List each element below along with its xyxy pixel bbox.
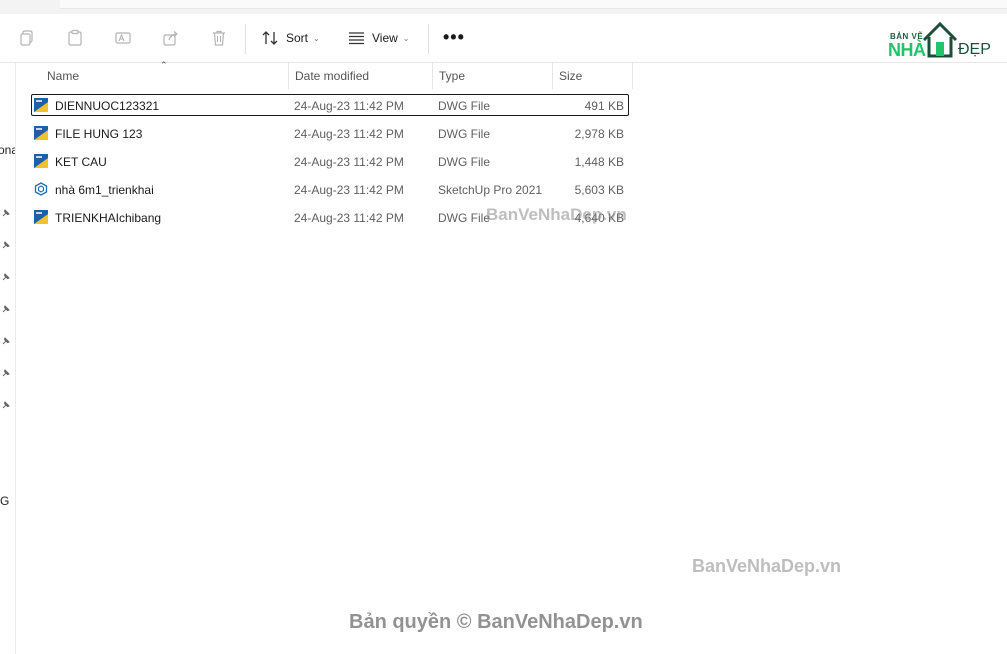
file-row[interactable]: DIENNUOC123321 24-Aug-23 11:42 PM DWG Fi… [31, 94, 629, 117]
sort-button[interactable]: Sort ⌄ [262, 26, 320, 50]
logo-tail-text: ĐẸP [958, 41, 991, 58]
view-list-icon [349, 32, 364, 45]
file-date: 24-Aug-23 11:42 PM [294, 127, 404, 141]
column-header-label: Type [439, 69, 466, 83]
file-row[interactable]: KET CAU 24-Aug-23 11:42 PM DWG File 1,44… [31, 151, 628, 173]
file-row[interactable]: nhà 6m1_trienkhai 24-Aug-23 11:42 PM Ske… [31, 179, 628, 201]
file-type: DWG File [438, 211, 490, 225]
file-date: 24-Aug-23 11:42 PM [294, 155, 404, 169]
dwg-file-icon [34, 154, 48, 168]
tab-strip [60, 0, 1007, 9]
file-size: 1,448 KB [574, 155, 624, 169]
column-header-size[interactable]: Size [553, 63, 632, 89]
file-name: FILE HUNG 123 [55, 127, 143, 141]
watermark-text: BanVeNhaDep.vn [692, 556, 842, 576]
copy-icon [20, 30, 33, 46]
nav-item-fragment[interactable]: ona [0, 143, 15, 157]
watermark-text: BanVeNhaDep.vn [486, 205, 627, 224]
toolbar-divider [428, 24, 429, 54]
file-date: 24-Aug-23 11:42 PM [294, 183, 404, 197]
chevron-down-icon: ⌄ [402, 33, 410, 43]
column-header-type[interactable]: Type [433, 63, 552, 89]
sketchup-file-icon [34, 182, 48, 196]
file-size: 5,603 KB [574, 183, 624, 197]
dwg-file-icon [34, 98, 48, 112]
sort-label: Sort [286, 31, 309, 45]
logo-main-text: NHÀ [888, 40, 926, 60]
house-logo-icon [922, 21, 958, 58]
file-row[interactable]: FILE HUNG 123 24-Aug-23 11:42 PM DWG Fil… [31, 123, 628, 145]
chevron-down-icon: ⌄ [313, 33, 320, 43]
column-divider[interactable] [632, 63, 633, 89]
title-strip [0, 0, 1007, 14]
copyright-watermark: Bản quyền © BanVeNhaDep.vn [349, 611, 643, 633]
delete-button[interactable] [207, 26, 231, 50]
brand-logo: BẢN VẼ NHÀ ĐẸP [886, 16, 996, 64]
toolbar-divider [245, 24, 246, 54]
file-type: DWG File [438, 127, 490, 141]
paste-button[interactable] [63, 26, 87, 50]
share-icon [163, 31, 178, 46]
rename-icon [115, 32, 131, 44]
trash-icon [213, 30, 225, 46]
share-button[interactable] [159, 26, 183, 50]
column-header-label: Name [47, 69, 80, 83]
pin-icon [2, 273, 10, 281]
copy-button[interactable] [15, 26, 39, 50]
pin-icon [2, 241, 10, 249]
dwg-file-icon [34, 126, 48, 140]
file-size: 491 KB [584, 99, 624, 113]
file-date: 24-Aug-23 11:42 PM [294, 99, 404, 113]
pin-icon [2, 401, 10, 409]
rename-button[interactable] [111, 26, 135, 50]
more-options-button[interactable]: ••• [443, 26, 464, 50]
file-name: TRIENKHAIchibang [55, 211, 162, 225]
pin-icon [2, 305, 10, 313]
file-type: DWG File [438, 99, 490, 113]
paste-icon [68, 29, 82, 46]
command-bar: Sort ⌄ View ⌄ ••• [0, 14, 1007, 63]
navigation-pane: ona G [0, 63, 16, 654]
view-button[interactable]: View ⌄ [348, 26, 410, 50]
file-type: SketchUp Pro 2021 [438, 183, 543, 197]
column-header-label: Size [559, 69, 583, 83]
dwg-file-icon [34, 210, 48, 224]
column-header-name[interactable]: Name [40, 63, 288, 89]
pin-icon [2, 337, 10, 345]
column-header-date[interactable]: Date modified [289, 63, 432, 89]
nav-item-fragment[interactable]: G [0, 494, 9, 508]
pin-icon [2, 209, 10, 217]
file-name: KET CAU [55, 155, 107, 169]
file-date: 24-Aug-23 11:42 PM [294, 211, 404, 225]
pin-icon [2, 369, 10, 377]
file-name: nhà 6m1_trienkhai [55, 183, 154, 197]
file-name: DIENNUOC123321 [55, 99, 160, 113]
view-label: View [372, 31, 398, 45]
column-header-label: Date modified [295, 69, 370, 83]
file-type: DWG File [438, 155, 490, 169]
file-size: 2,978 KB [574, 127, 624, 141]
sort-icon [262, 31, 278, 45]
